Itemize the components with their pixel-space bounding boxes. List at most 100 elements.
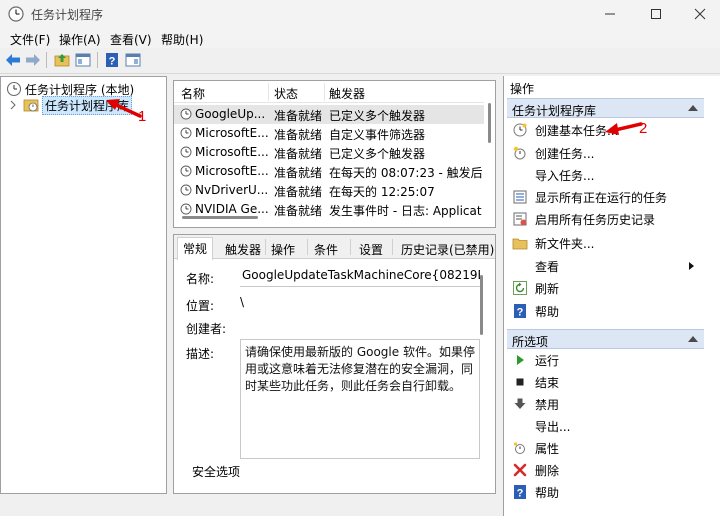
action-delete[interactable]: 删除 [512,460,702,480]
back-button[interactable] [4,51,22,69]
action-help[interactable]: ? 帮助 [512,301,702,321]
name-field[interactable]: GoogleUpdateTaskMachineCore{08219BEE- [240,267,480,287]
clock-icon [6,81,22,97]
action-end[interactable]: 结束 [512,372,702,392]
action-label: 刷新 [535,281,560,296]
action-run[interactable]: 运行 [512,350,702,370]
svg-text:?: ? [517,488,524,500]
task-list-horizontal-scrollbar[interactable] [182,216,258,219]
svg-text:?: ? [517,307,524,319]
up-level-button[interactable] [53,51,71,69]
action-disable[interactable]: 禁用 [512,394,702,414]
action-refresh[interactable]: 刷新 [512,278,702,298]
table-row[interactable]: NvDriverU... 准备就绪 在每天的 12:25:07 [174,181,484,200]
description-label: 描述: [186,347,215,361]
action-create-task[interactable]: 创建任务... [512,143,702,163]
task-clock-icon [180,184,192,196]
tab-conditions[interactable]: 条件 [309,239,343,259]
task-status: 准备就绪 [274,147,323,161]
action-display-running-tasks[interactable]: 显示所有正在运行的任务 [512,187,702,207]
name-value: GoogleUpdateTaskMachineCore{08219BEE- [242,268,480,282]
help-toolbar-button[interactable]: ? [103,51,121,69]
action-label: 导入任务... [535,168,595,183]
tab-triggers[interactable]: 触发器 [220,239,266,259]
action-import-task[interactable]: 导入任务... [512,165,702,185]
task-trigger: 已定义多个触发器 [329,147,426,161]
tab-history[interactable]: 历史记录(已禁用) [396,239,495,259]
maximize-button[interactable] [636,0,676,28]
tab-actions[interactable]: 操作 [266,239,300,259]
action-label: 显示所有正在运行的任务 [535,190,668,205]
menu-view[interactable]: 查看(V) [110,31,152,48]
column-header-trigger[interactable]: 触发器 [329,85,365,102]
tab-divider [392,239,393,255]
action-export[interactable]: 导出... [512,416,702,436]
task-status: 准备就绪 [274,128,323,142]
column-divider[interactable] [324,83,325,101]
column-divider[interactable] [268,83,269,101]
delete-icon [513,463,527,477]
chevron-right-icon[interactable] [9,100,17,110]
forward-button[interactable] [24,51,42,69]
section-header-library[interactable]: 任务计划程序库 [507,98,704,118]
running-tasks-icon [513,190,527,204]
action-help-selected[interactable]: ? 帮助 [512,482,702,502]
task-list: 名称 状态 触发器 GoogleUp... 准备就绪 已定义多个触发器 Micr… [173,80,496,228]
action-label: 新文件夹... [535,236,595,251]
task-status: 准备就绪 [274,109,323,123]
window-title: 任务计划程序 [31,8,104,22]
task-trigger: 自定义事件筛选器 [329,128,426,142]
minimize-button[interactable] [590,0,630,28]
action-view[interactable]: 查看 [512,256,702,276]
section-header-selected-item[interactable]: 所选项 [507,329,704,349]
folder-up-icon [54,54,70,67]
task-clock-icon [180,108,192,120]
task-scheduler-window: 任务计划程序 文件(F) 操作(A) 查看(V) 帮助(H) ? 任务计划程序 … [0,0,720,516]
task-list-vertical-scrollbar[interactable] [488,103,491,143]
table-row[interactable]: MicrosoftE... 准备就绪 自定义事件筛选器 [174,124,484,143]
description-box[interactable]: 请确保使用最新版的 Google 软件。如果停用或这意味着无法修复潜在的安全漏洞… [240,339,480,459]
run-icon [517,355,524,365]
security-options-label: 安全选项 [192,465,241,479]
detail-vertical-scrollbar[interactable] [480,275,483,335]
refresh-icon [513,281,527,295]
menu-action[interactable]: 操作(A) [59,31,101,48]
action-label: 查看 [535,259,560,274]
action-new-folder[interactable]: 新文件夹... [512,233,702,253]
column-header-name[interactable]: 名称 [181,85,205,102]
location-label: 位置: [186,299,215,313]
action-enable-history[interactable]: 启用所有任务历史记录 [512,209,702,229]
action-properties[interactable]: 属性 [512,438,702,458]
title-bar: 任务计划程序 [0,0,720,28]
collapse-up-icon[interactable] [688,105,698,111]
section-title: 任务计划程序库 [512,104,597,118]
show-hide-console-tree-button[interactable] [74,51,92,69]
new-folder-icon [512,238,528,250]
name-label: 名称: [186,272,215,286]
task-clock-icon [180,165,192,177]
show-hide-action-pane-button[interactable] [124,51,142,69]
menu-help[interactable]: 帮助(H) [161,31,203,48]
close-button[interactable] [680,0,720,28]
task-name: MicrosoftE... [195,164,269,178]
task-trigger: 发生事件时 - 日志: Application [329,204,482,218]
properties-icon [513,442,525,454]
create-basic-task-icon [513,123,527,137]
action-label: 结束 [535,375,560,390]
tab-general[interactable]: 常规 [177,237,214,260]
table-row[interactable]: GoogleUp... 准备就绪 已定义多个触发器 [174,105,484,124]
task-trigger: 在每天的 12:25:07 [329,185,435,199]
task-list-header: 名称 状态 触发器 [174,81,484,103]
action-label: 帮助 [535,304,560,319]
column-header-status[interactable]: 状态 [274,85,298,102]
console-tree-icon [75,53,91,67]
detail-tabs: 常规 触发器 操作 条件 设置 历史记录(已禁用) [174,235,495,260]
table-row[interactable]: MicrosoftE... 准备就绪 已定义多个触发器 [174,143,484,162]
tab-settings[interactable]: 设置 [354,239,388,259]
menu-file[interactable]: 文件(F) [10,31,50,48]
collapse-up-icon[interactable] [688,336,698,342]
table-row[interactable]: MicrosoftE... 准备就绪 在每天的 08:07:23 - 触发后， [174,162,484,181]
author-label: 创建者: [186,322,227,336]
task-status: 准备就绪 [274,166,323,180]
actions-pane-title: 操作 [510,82,535,96]
